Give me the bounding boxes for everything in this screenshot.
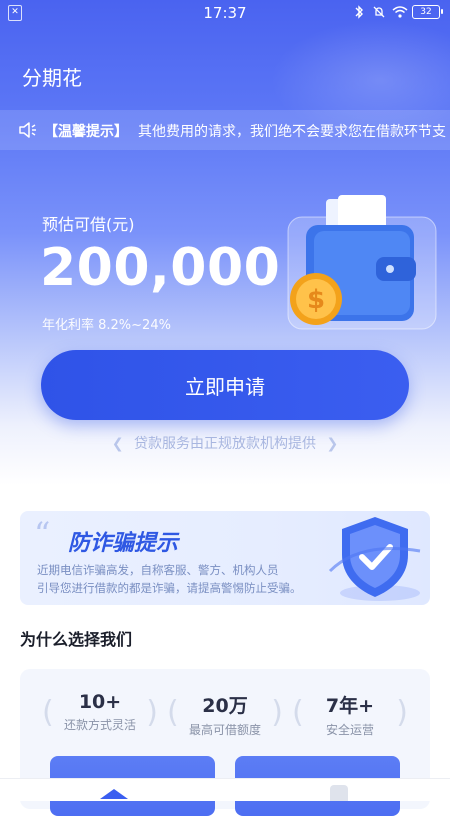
stat-value: 10+ — [78, 691, 122, 713]
laurel-right-icon: ) — [396, 695, 408, 730]
laurel-right-icon: ) — [271, 695, 283, 730]
stat-value: 7年+ — [325, 695, 375, 717]
provider-text: 贷款服务由正规放款机构提供 — [134, 436, 316, 452]
anti-fraud-text: 近期电信诈骗高发，自称客服、警方、机构人员 引导您进行借款的都是诈骗，请提高警惕… — [37, 561, 337, 597]
mute-icon — [372, 5, 386, 19]
anti-fraud-title: 防诈骗提示 — [68, 531, 179, 556]
app-title: 分期花 — [22, 66, 82, 90]
status-icons: 32 — [352, 5, 443, 19]
stat-item: ( ) 20万 最高可借额度 — [165, 691, 285, 738]
stat-value: 20万 — [202, 695, 248, 717]
provider-note: ❮ 贷款服务由正规放款机构提供 ❯ — [0, 433, 450, 453]
wifi-icon — [392, 5, 408, 19]
wallet-illustration: $ — [287, 195, 437, 330]
notice-message: 其他费用的请求，我们绝不会要求您在借款环节支 — [138, 124, 446, 140]
stat-label: 还款方式灵活 — [63, 718, 136, 732]
bottom-nav — [0, 778, 450, 801]
interest-rate: 年化利率 8.2%~24% — [42, 318, 171, 333]
shield-check-icon — [328, 517, 421, 601]
status-bar: ✕ 17:37 32 — [0, 0, 450, 26]
home-tab-icon[interactable] — [100, 789, 128, 799]
laurel-left-icon: ( — [42, 695, 54, 730]
stat-label: 最高可借额度 — [188, 723, 261, 737]
laurel-left-icon: ( — [167, 695, 179, 730]
stat-label: 安全运营 — [325, 723, 374, 737]
hero-section: ✕ 17:37 32 分期花 【温馨提示】 其他费用的请求，我们绝不会要求您在借… — [0, 0, 450, 485]
battery-icon: 32 — [412, 5, 443, 19]
profile-tab-icon[interactable] — [330, 785, 348, 801]
stat-item: ( ) 7年+ 安全运营 — [290, 691, 410, 738]
laurel-right-icon: ) — [146, 695, 158, 730]
loan-amount: 200,000 — [40, 238, 281, 298]
notice-label: 【温馨提示】 — [44, 124, 128, 140]
notice-bar[interactable]: 【温馨提示】 其他费用的请求，我们绝不会要求您在借款环节支 — [0, 110, 450, 150]
svg-text:$: $ — [307, 285, 325, 315]
stat-item: ( ) 10+ 还款方式灵活 — [40, 691, 160, 733]
why-choose-title: 为什么选择我们 — [20, 630, 133, 649]
anti-fraud-line-2: 引导您进行借款的都是诈骗，请提高警惕防止受骗。 — [37, 581, 302, 595]
quote-icon: “ — [34, 515, 51, 553]
anti-fraud-card[interactable]: “ 防诈骗提示 近期电信诈骗高发，自称客服、警方、机构人员 引导您进行借款的都是… — [20, 511, 430, 605]
laurel-right-icon: ❯ — [326, 436, 339, 452]
speaker-icon — [18, 120, 38, 140]
bluetooth-icon — [352, 5, 366, 19]
estimate-label: 预估可借(元) — [42, 215, 135, 234]
anti-fraud-line-1: 近期电信诈骗高发，自称客服、警方、机构人员 — [37, 563, 279, 577]
laurel-left-icon: ❮ — [111, 436, 124, 452]
laurel-left-icon: ( — [292, 695, 304, 730]
apply-button[interactable]: 立即申请 — [41, 350, 409, 420]
